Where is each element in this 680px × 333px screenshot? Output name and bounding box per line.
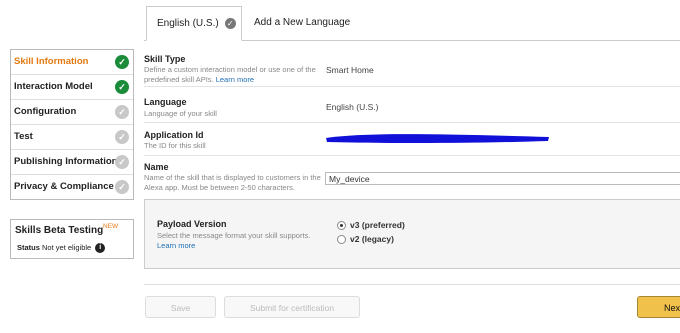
sidebar-item-label: Publishing Information <box>14 156 118 167</box>
sidebar-item-label: Interaction Model <box>14 81 93 92</box>
application-id-desc: The ID for this skill <box>144 141 206 150</box>
skill-name-input[interactable]: My_device <box>325 172 680 185</box>
next-button[interactable]: Next <box>637 296 680 318</box>
submit-for-certification-button[interactable]: Submit for certification <box>224 296 360 318</box>
sidebar-item-label: Privacy & Compliance <box>14 181 114 192</box>
skill-type-desc: Define a custom interaction model or use… <box>144 65 324 84</box>
check-icon: ✓ <box>115 130 129 144</box>
tab-add-language[interactable]: Add a New Language <box>254 6 350 39</box>
sidebar: Skill Information ✓ Interaction Model ✓ … <box>10 49 134 200</box>
check-icon: ✓ <box>115 80 129 94</box>
sidebar-item-label: Test <box>14 131 33 142</box>
name-label: Name <box>144 162 169 172</box>
check-icon: ✓ <box>115 55 129 69</box>
check-icon: ✓ <box>224 17 236 29</box>
payload-version-label: Payload Version <box>157 219 227 229</box>
beta-status: Status Not yet eligible i <box>17 243 106 254</box>
radio-label: v3 (preferred) <box>350 220 405 230</box>
sidebar-item-interaction-model[interactable]: Interaction Model ✓ <box>11 75 133 100</box>
info-icon[interactable]: i <box>95 243 106 254</box>
sidebar-item-privacy-compliance[interactable]: Privacy & Compliance ✓ <box>11 175 133 199</box>
payload-version-desc: Select the message format your skill sup… <box>157 231 337 250</box>
skill-type-value: Smart Home <box>326 65 374 75</box>
language-label: Language <box>144 97 187 107</box>
radio-v3[interactable]: v3 (preferred) <box>337 220 405 231</box>
radio-unselected-icon[interactable] <box>337 235 346 245</box>
learn-more-link[interactable]: Learn more <box>216 75 254 84</box>
application-id-label: Application Id <box>144 130 204 140</box>
skill-type-row: Skill Type Define a custom interaction m… <box>144 50 680 87</box>
beta-testing-panel: Skills Beta Testing NEW Status Not yet e… <box>10 219 134 259</box>
sidebar-item-publishing-information[interactable]: Publishing Information ✓ <box>11 150 133 175</box>
sidebar-item-label: Skill Information <box>14 56 89 67</box>
sidebar-item-test[interactable]: Test ✓ <box>11 125 133 150</box>
tab-label: English (U.S.) <box>157 18 219 29</box>
name-row: Name Name of the skill that is displayed… <box>144 158 680 194</box>
redaction-mark <box>326 134 549 143</box>
check-icon: ✓ <box>115 180 129 194</box>
new-badge: NEW <box>103 223 119 230</box>
divider <box>144 284 680 285</box>
check-icon: ✓ <box>115 155 129 169</box>
payload-version-panel: Payload Version Select the message forma… <box>144 199 680 269</box>
skill-type-label: Skill Type <box>144 54 186 64</box>
language-value: English (U.S.) <box>326 102 379 112</box>
beta-title: Skills Beta Testing <box>15 225 104 236</box>
status-label: Status <box>17 243 40 252</box>
language-tabs: English (U.S.) ✓ Add a New Language <box>144 6 680 41</box>
sidebar-item-skill-information[interactable]: Skill Information ✓ <box>11 50 133 75</box>
sidebar-item-configuration[interactable]: Configuration ✓ <box>11 100 133 125</box>
check-icon: ✓ <box>115 105 129 119</box>
sidebar-item-label: Configuration <box>14 106 77 117</box>
save-button[interactable]: Save <box>145 296 216 318</box>
learn-more-link[interactable]: Learn more <box>157 241 195 250</box>
application-id-row: Application Id The ID for this skill <box>144 125 680 156</box>
radio-v2[interactable]: v2 (legacy) <box>337 234 394 245</box>
language-row: Language Language of your skill English … <box>144 91 680 123</box>
name-desc: Name of the skill that is displayed to c… <box>144 173 321 192</box>
tab-english-us[interactable]: English (U.S.) ✓ <box>146 6 242 41</box>
radio-label: v2 (legacy) <box>350 234 394 244</box>
payload-version-desc-text: Select the message format your skill sup… <box>157 231 311 240</box>
status-value: Not yet eligible <box>42 243 92 252</box>
radio-selected-icon[interactable] <box>337 221 346 231</box>
language-desc: Language of your skill <box>144 109 217 118</box>
